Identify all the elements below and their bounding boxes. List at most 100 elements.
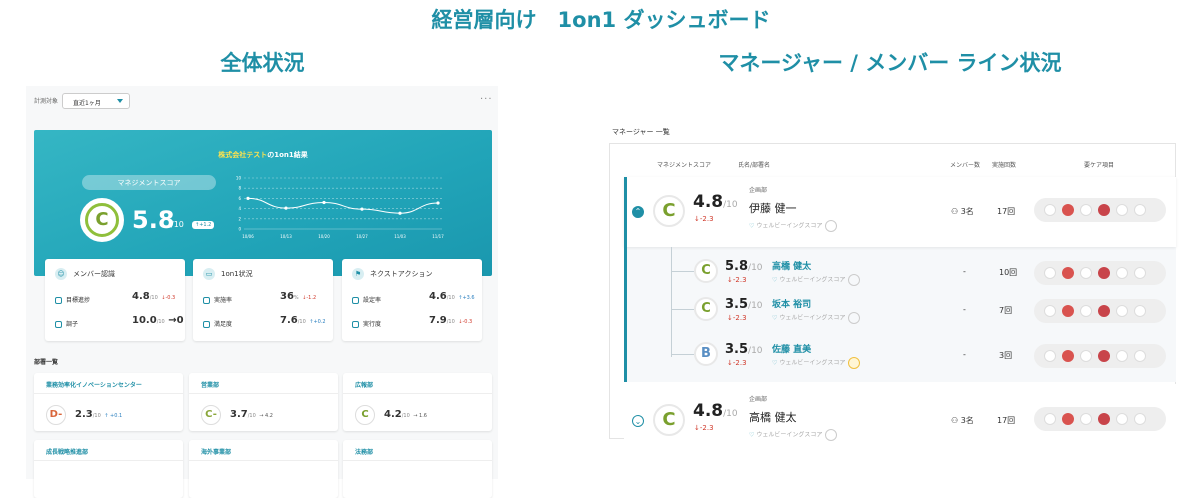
col-care: 要ケア項目 [1084,162,1115,169]
company-name: 株式会社テスト [218,151,268,159]
metric-icon [55,297,62,304]
metric-denominator: /10 [156,319,165,325]
care-icon-neutral [1080,267,1092,279]
metric-label: 目標進捗 [66,297,91,304]
metric-denominator: /10 [446,319,455,325]
score-delta-badge: ↑+1.2 [192,221,215,229]
dept-card[interactable]: 営業部 C- 3.7/10 → 4.2 [189,373,338,431]
member-name[interactable]: 高橋 健太 [772,259,811,272]
metric-row: 設定率 4.6/10 ↑+3.6 [352,291,475,304]
care-icon-chart[interactable] [1062,204,1074,216]
manager-delta: ↓-2.3 [694,424,714,432]
metric-delta-value: +0.2 [313,319,326,325]
care-icon-alert[interactable] [1098,413,1110,425]
metric-delta: ↓-1.2 [302,295,317,301]
x-tick-label: 10/06 [242,234,254,239]
care-icon-neutral [1116,350,1128,362]
wellbeing-label: ウェルビーイングスコア [779,359,846,367]
care-items[interactable] [1034,299,1166,323]
more-menu-icon[interactable]: ··· [480,94,493,105]
member-delta: ↓-2.3 [727,359,747,367]
dept-card[interactable]: 海外事業部 [189,440,338,498]
divider [34,460,183,461]
x-tick-label: 10/20 [318,234,330,239]
care-icon-neutral [1044,305,1056,317]
care-items[interactable] [1034,198,1166,222]
score-line [247,197,439,214]
care-icon-neutral [1134,413,1146,425]
y-tick-label: 8 [238,186,241,191]
metric-delta: ↓-0.3 [161,295,176,301]
metric-delta-value: -0.3 [462,319,473,325]
metric-row: 満足度 7.6/10 ↑+0.2 [203,315,326,328]
session-count: 3回 [999,351,1013,360]
dashboard-title: 経営層向け 1on1 ダッシュボード [431,8,771,32]
dept-list-heading: 部署一覧 [34,359,59,366]
summary-card[interactable]: ☺ メンバー認識 目標進捗 4.8/10 ↓-0.3 調子 10.0/10 →0 [45,259,185,341]
care-icon-chart[interactable] [1062,350,1074,362]
session-count: 17回 [997,207,1016,216]
period-select[interactable]: 直近1ヶ月 [62,93,130,109]
metric-value: 7.6/10 ↑+0.2 [280,315,326,326]
member-delta: ↓-2.3 [727,276,747,284]
summary-card[interactable]: ⚑ ネクストアクション 設定率 4.6/10 ↑+3.6 実行度 7.9/10 ↓… [342,259,482,341]
care-items[interactable] [1034,344,1166,368]
manager-grade: C [653,404,685,436]
member-count: ⚇ 3名 [951,206,974,217]
manager-name[interactable]: 高橋 健太 [749,409,797,425]
divider [343,460,492,461]
dept-score: 4.2/10 → 1.6 [384,409,427,420]
dept-delta-value: 4.2 [265,413,273,419]
chevron-up-icon[interactable]: ⌃ [632,206,644,218]
dept-card[interactable]: 広報部 C 4.2/10 → 1.6 [343,373,492,431]
hero-title-suffix: の1on1結果 [267,151,308,159]
manager-name[interactable]: 伊藤 健一 [749,200,797,216]
col-score: マネジメントスコア [657,162,712,169]
care-icon-neutral [1080,204,1092,216]
metric-delta-value: +3.6 [462,295,475,301]
dept-score-den: /10 [401,413,410,419]
member-count: ⚇ 3名 [951,415,974,426]
person-icon: ☺ [55,268,67,280]
member-name[interactable]: 坂本 裕司 [772,297,811,310]
dept-card[interactable]: 業務効率化イノベーションセンター D- 2.3/10 ↑ +0.1 [34,373,183,431]
manager-score: 4.8/10 [693,401,738,421]
dept-score-den: /10 [92,413,101,419]
data-point [398,211,402,215]
care-items[interactable] [1034,407,1166,431]
member-score-value: 3.5 [725,342,749,357]
data-point [246,196,250,200]
metric-denominator: /10 [149,295,158,301]
x-tick-label: 10/27 [356,234,368,239]
wellbeing-score: ♡ ウェルビーイングスコア [772,274,861,286]
member-name[interactable]: 佐藤 直美 [772,342,811,355]
heart-icon: ♡ [749,222,755,230]
cloud-icon [825,429,838,441]
overview-heading: 全体状況 [220,51,305,75]
dept-score-value: 3.7 [230,409,248,420]
dept-score-den: /10 [247,413,256,419]
chevron-down-icon[interactable]: ⌄ [632,415,644,427]
dept-card[interactable]: 法務部 [343,440,492,498]
dept-delta-value: +0.1 [110,413,123,419]
care-items[interactable] [1034,261,1166,285]
wellbeing-score: ♡ ウェルビーイングスコア [772,312,861,324]
dept-card[interactable]: 成長戦略推進部 [34,440,183,498]
care-icon-chart[interactable] [1062,413,1074,425]
care-icon-chart[interactable] [1062,305,1074,317]
care-icon-alert[interactable] [1098,267,1110,279]
care-icon-chart[interactable] [1062,267,1074,279]
divider [343,393,492,394]
care-icon-neutral [1080,350,1092,362]
data-point [322,200,326,205]
card-title: ☺ メンバー認識 [55,268,115,280]
manager-grade: C [653,195,685,227]
summary-card[interactable]: ▭ 1on1状況 実施率 36% ↓-1.2 満足度 7.6/10 ↑+0.2 [193,259,333,341]
care-icon-alert[interactable] [1098,204,1110,216]
x-tick-label: 10/13 [280,234,292,239]
care-icon-alert[interactable] [1098,305,1110,317]
care-icon-alert[interactable] [1098,350,1110,362]
metric-icon [352,297,359,304]
metric-number: 10.0 [132,315,157,326]
member-score-den: /10 [748,263,763,273]
